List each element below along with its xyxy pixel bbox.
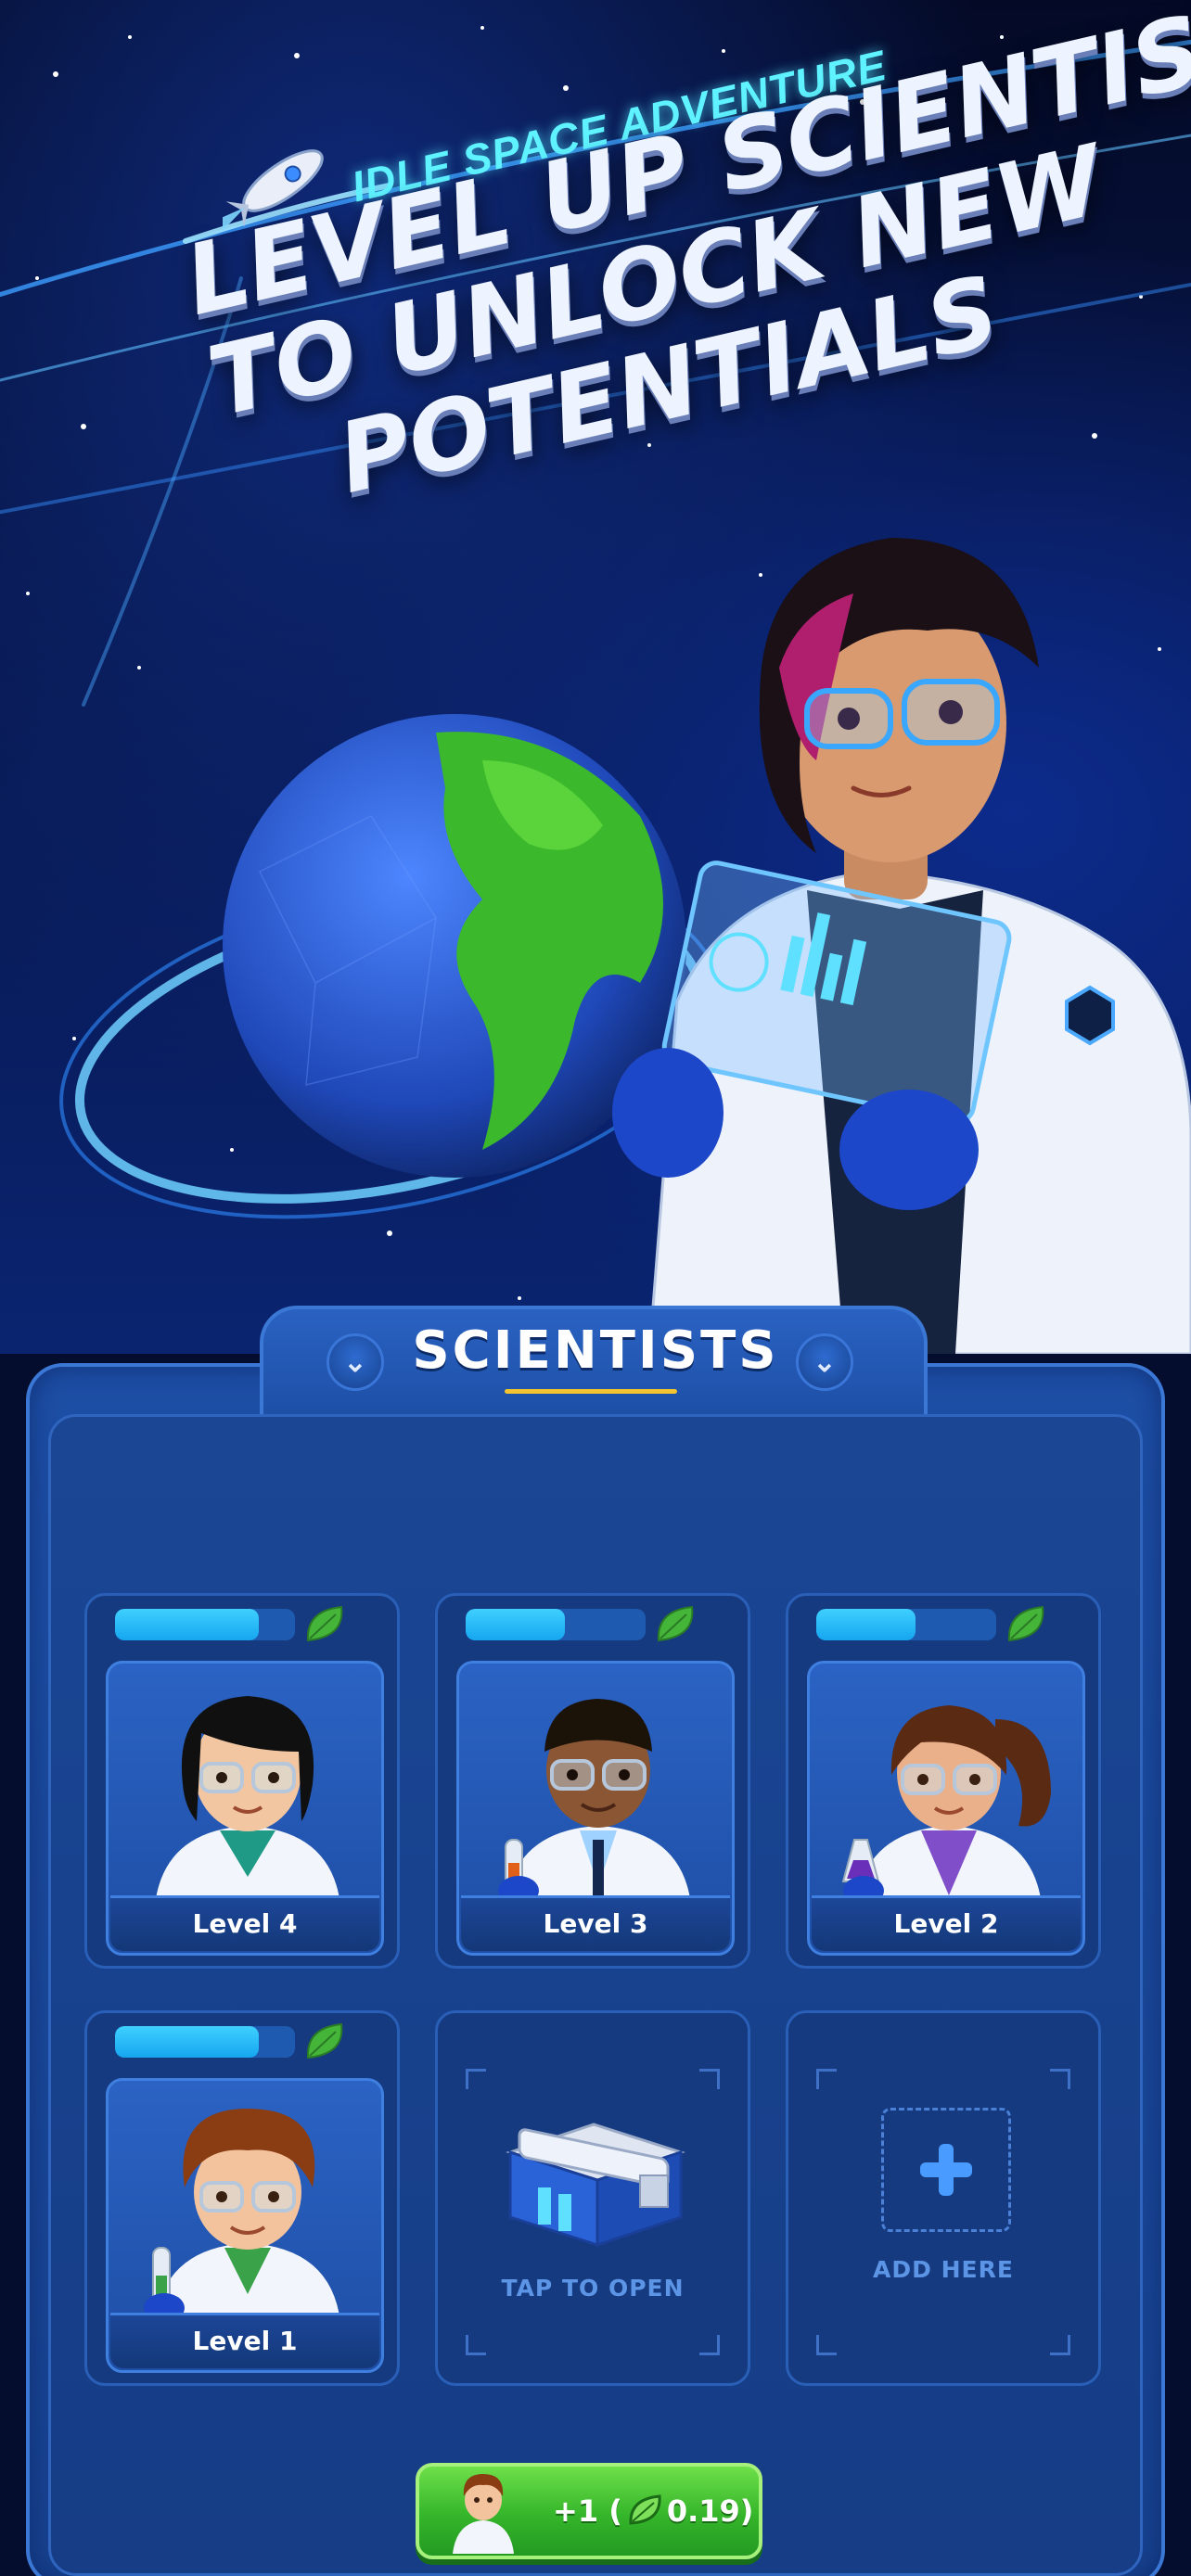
xp-progress-bar (115, 2026, 295, 2058)
scientist-card[interactable]: Level 3 (435, 1593, 750, 1969)
scientist-avatar-icon (453, 2474, 514, 2554)
hire-scientist-button[interactable]: +1 ( 0.19) (416, 2463, 762, 2559)
level-label: Level 2 (812, 1895, 1081, 1951)
xp-progress-fill (466, 1609, 565, 1640)
level-label: Level 1 (110, 2313, 379, 2368)
hire-button-label: +1 ( (553, 2493, 622, 2529)
slot-corner (699, 2069, 720, 2089)
xp-progress-fill (816, 1609, 916, 1640)
hire-button-text: +1 ( 0.19) (553, 2467, 753, 2556)
tap-to-open-label: TAP TO OPEN (501, 2275, 685, 2302)
scientist-avatar (144, 2109, 340, 2323)
scientist-portrait: Level 4 (106, 1661, 384, 1956)
slot-corner (1050, 2335, 1070, 2355)
panel-title: SCIENTISTS (412, 1320, 779, 1381)
scientist-avatar (498, 1699, 691, 1906)
slot-corner (466, 2069, 486, 2089)
scientist-portrait: Level 1 (106, 2078, 384, 2373)
xp-progress-bar (466, 1609, 646, 1640)
leaf-icon (1007, 1605, 1044, 1642)
chest-slot[interactable]: TAP TO OPEN (435, 2010, 750, 2386)
scientists-grid: Level 4 Level 3 Level 2 Level 1 TAP TO O… (48, 1414, 1143, 2576)
scientist-card[interactable]: Level 2 (786, 1593, 1101, 1969)
scientist-portrait: Level 3 (456, 1661, 735, 1956)
slot-corner (816, 2069, 837, 2089)
scientist-avatar (841, 1705, 1051, 1906)
scientist-card[interactable]: Level 4 (84, 1593, 400, 1969)
hire-cost-label: 0.19) (666, 2493, 754, 2529)
level-label: Level 3 (461, 1895, 730, 1951)
slot-corner (1050, 2069, 1070, 2089)
xp-progress-fill (115, 2026, 260, 2058)
xp-progress-bar (115, 1609, 295, 1640)
xp-progress-bar (816, 1609, 996, 1640)
leaf-icon (306, 2022, 343, 2060)
lead-scientist-character (612, 538, 1191, 1354)
level-label: Level 4 (110, 1895, 379, 1951)
add-slot-box[interactable] (881, 2108, 1011, 2232)
hero-banner: IDLE SPACE ADVENTURE LEVEL UP SCIENTISTS… (0, 0, 1191, 1354)
scientist-card[interactable]: Level 1 (84, 2010, 400, 2386)
plus-icon (920, 2144, 972, 2196)
slot-corner (816, 2335, 837, 2355)
chest-icon (506, 2123, 685, 2248)
add-here-label: ADD HERE (873, 2256, 1014, 2283)
slot-corner (466, 2335, 486, 2355)
leaf-icon (306, 1605, 343, 1642)
title-underline (505, 1389, 677, 1394)
add-scientist-slot[interactable]: ADD HERE (786, 2010, 1101, 2386)
leaf-icon (629, 2494, 661, 2525)
scientist-avatar (155, 1696, 340, 1905)
scientist-portrait: Level 2 (807, 1661, 1085, 1956)
leaf-icon (657, 1605, 694, 1642)
xp-progress-fill (115, 1609, 260, 1640)
slot-corner (699, 2335, 720, 2355)
